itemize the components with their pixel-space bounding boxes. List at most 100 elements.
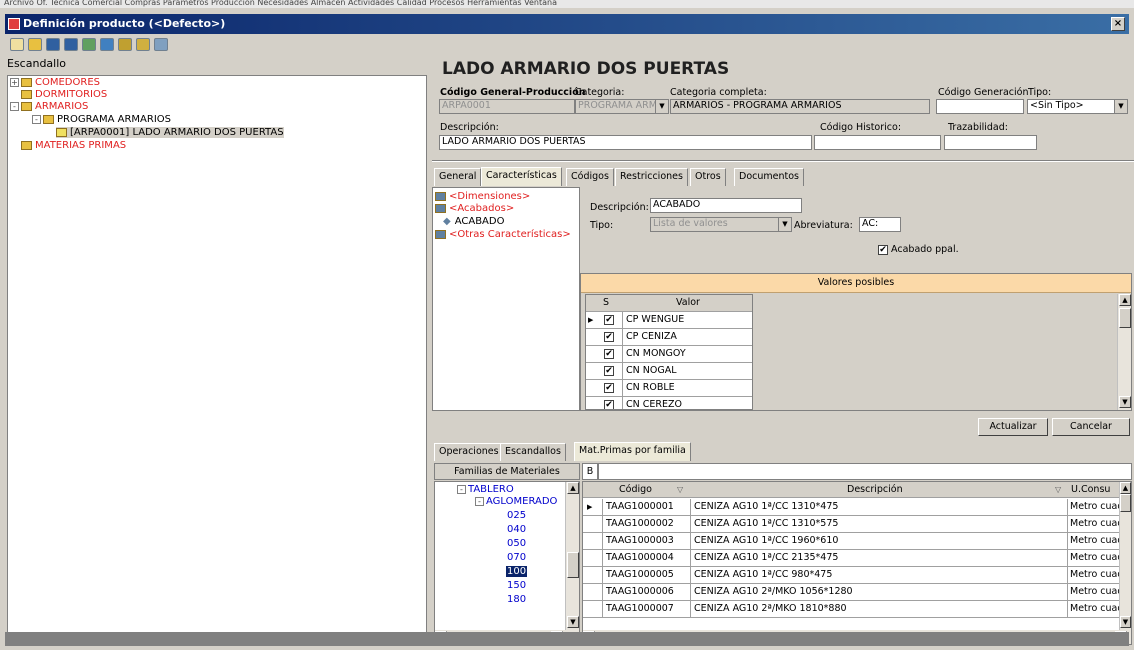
codigo-historico-field[interactable] <box>814 135 941 150</box>
cancelar-button[interactable]: Cancelar <box>1052 418 1130 436</box>
table-row[interactable]: ✔ CN NOGAL <box>586 363 752 380</box>
tab-restricciones[interactable]: Restricciones <box>615 168 688 186</box>
tab-documentos[interactable]: Documentos <box>734 168 804 186</box>
tree-item-050[interactable]: 050 <box>507 538 526 549</box>
tree-item-programa-armarios[interactable]: - PROGRAMA ARMARIOS <box>32 114 171 125</box>
scroll-down-icon[interactable]: ▼ <box>1120 616 1131 628</box>
scroll-thumb[interactable] <box>1120 494 1131 512</box>
tree-item-180[interactable]: 180 <box>507 594 526 605</box>
acabado-ppal-checkbox[interactable]: ✔ Acabado ppal. <box>878 244 959 255</box>
scroll-down-icon[interactable]: ▼ <box>1119 396 1131 408</box>
tab-caracteristicas[interactable]: Características <box>481 167 562 186</box>
scroll-up-icon[interactable]: ▲ <box>1120 482 1131 494</box>
tree-item-dimensiones[interactable]: <Dimensiones> <box>435 191 530 202</box>
checkbox-checked-icon[interactable]: ✔ <box>878 244 888 255</box>
scroll-up-icon[interactable]: ▲ <box>567 482 579 494</box>
materiales-grid[interactable]: Código ▽ Descripción ▽ U.Consu ▶ TAAG1000… <box>582 481 1132 645</box>
b-button[interactable]: B <box>582 463 598 480</box>
tree-item-materias-primas[interactable]: MATERIAS PRIMAS <box>21 140 126 151</box>
scroll-thumb[interactable] <box>567 552 579 578</box>
scroll-up-icon[interactable]: ▲ <box>1119 294 1131 306</box>
tree-item-comedores[interactable]: + COMEDORES <box>10 77 100 88</box>
tree-item-040[interactable]: 040 <box>507 524 526 535</box>
folder-icon <box>21 77 32 87</box>
categoria-completa-field[interactable]: ARMARIOS - PROGRAMA ARMARIOS <box>670 99 930 114</box>
table-row[interactable]: ✔ CP CENIZA <box>586 329 752 346</box>
tab-codigos[interactable]: Códigos <box>566 168 614 186</box>
escandallo-tree[interactable]: + COMEDORES DORMITORIOS - ARMARIOS - PROGRA… <box>7 75 427 638</box>
tree-item-025[interactable]: 025 <box>507 510 526 521</box>
collapse-icon[interactable]: - <box>10 101 19 111</box>
collapse-icon[interactable]: - <box>475 496 484 506</box>
sort-icon[interactable]: ▽ <box>677 482 683 498</box>
scroll-down-icon[interactable]: ▼ <box>567 616 579 628</box>
collapse-icon[interactable]: - <box>32 114 41 124</box>
familias-scrollbar[interactable]: ▲ ▼ <box>565 482 579 630</box>
new-icon[interactable] <box>10 38 24 51</box>
tree-icon[interactable] <box>100 38 114 51</box>
tree-item-aglomerado[interactable]: - AGLOMERADO <box>475 496 557 507</box>
home-icon[interactable] <box>154 38 168 51</box>
codigo-generacion-label: Código Generación <box>938 87 1029 98</box>
actualizar-button[interactable]: Actualizar <box>978 418 1048 436</box>
tab-escandallos[interactable]: Escandallos <box>500 443 566 461</box>
abreviatura-field[interactable]: AC: <box>859 217 901 232</box>
scroll-thumb[interactable] <box>1119 308 1131 328</box>
codigo-field[interactable]: ARPA0001 <box>439 99 575 114</box>
open-folder-icon[interactable] <box>28 38 42 51</box>
codigo-generacion-field[interactable] <box>936 99 1024 114</box>
caract-descripcion-field[interactable]: ACABADO <box>650 198 802 213</box>
tree-item-lado-armario[interactable]: [ARPA0001] LADO ARMARIO DOS PUERTAS <box>56 127 284 138</box>
table-row[interactable]: TAAG1000006 CENIZA AG10 2ª/MKO 1056*1280 M… <box>583 584 1123 601</box>
tipo-select[interactable]: <Sin Tipo> ▼ <box>1027 99 1128 114</box>
tab-general[interactable]: General <box>434 168 482 186</box>
table-row[interactable]: ✔ CN MONGOY <box>586 346 752 363</box>
valores-scrollbar[interactable]: ▲ ▼ <box>1117 294 1131 410</box>
table-row[interactable]: ✔ CN ROBLE <box>586 380 752 397</box>
collapse-icon[interactable]: - <box>457 484 466 494</box>
valores-header: Valores posibles <box>581 274 1131 293</box>
copy-icon[interactable] <box>82 38 96 51</box>
caract-tipo-label: Tipo: <box>590 220 614 231</box>
tree-item-070[interactable]: 070 <box>507 552 526 563</box>
close-button[interactable]: × <box>1111 17 1125 31</box>
expand-icon[interactable]: + <box>10 77 19 87</box>
tree-item-otras-caracteristicas[interactable]: <Otras Características> <box>435 229 571 240</box>
save-all-icon[interactable] <box>64 38 78 51</box>
trazabilidad-field[interactable] <box>944 135 1037 150</box>
table-row[interactable]: TAAG1000005 CENIZA AG10 1ª/CC 980*475 Metr… <box>583 567 1123 584</box>
table-row[interactable]: TAAG1000004 CENIZA AG10 1ª/CC 2135*475 Met… <box>583 550 1123 567</box>
tree-item-100[interactable]: 100 <box>506 566 528 577</box>
save-icon[interactable] <box>46 38 60 51</box>
chevron-down-icon[interactable]: ▼ <box>1114 100 1127 113</box>
tree-item-acabados[interactable]: <Acabados> <box>435 203 514 214</box>
menu-bar[interactable]: Archivo Of. Técnica Comercial Compras Pa… <box>0 0 1134 8</box>
chevron-down-icon[interactable]: ▼ <box>778 218 791 231</box>
tree-item-tablero[interactable]: - TABLERO <box>457 484 514 495</box>
table-row[interactable]: ▶ TAAG1000001 CENIZA AG10 1ª/CC 1310*475 Me… <box>583 499 1123 516</box>
tab-mat-primas[interactable]: Mat.Primas por familia <box>574 442 691 461</box>
categoria-select[interactable]: PROGRAMA ARM ▼ <box>575 99 669 114</box>
tree-item-acabado[interactable]: ◆ ACABADO <box>443 216 504 227</box>
tree-item-150[interactable]: 150 <box>507 580 526 591</box>
filter-field[interactable] <box>598 463 1132 480</box>
familias-tree[interactable]: - TABLERO - AGLOMERADO 025 040 050 070 100… <box>434 481 580 645</box>
materiales-scrollbar[interactable]: ▲ ▼ <box>1119 482 1131 630</box>
table-row[interactable]: ✔ CN CEREZO <box>586 397 752 409</box>
table-row[interactable]: TAAG1000007 CENIZA AG10 2ª/MKO 1810*880 Me… <box>583 601 1123 618</box>
tab-operaciones[interactable]: Operaciones <box>434 443 504 461</box>
tab-otros[interactable]: Otros <box>690 168 726 186</box>
valores-grid[interactable]: S Valor ▶ ✔ CP WENGUE ✔ CP CENIZA ✔ CN MONGO… <box>585 294 753 410</box>
chevron-down-icon[interactable]: ▼ <box>655 100 668 113</box>
table-row[interactable]: TAAG1000003 CENIZA AG10 1ª/CC 1960*610 Met… <box>583 533 1123 550</box>
properties-icon[interactable] <box>118 38 132 51</box>
table-row[interactable]: TAAG1000002 CENIZA AG10 1ª/CC 1310*575 Met… <box>583 516 1123 533</box>
characteristics-tree[interactable]: <Dimensiones> <Acabados> ◆ ACABADO <Otras… <box>432 187 580 411</box>
caract-tipo-select[interactable]: Lista de valores ▼ <box>650 217 792 232</box>
table-row[interactable]: ▶ ✔ CP WENGUE <box>586 312 752 329</box>
filter-icon[interactable]: ▽ <box>1055 482 1061 498</box>
folder-icon[interactable] <box>136 38 150 51</box>
tree-item-armarios[interactable]: - ARMARIOS <box>10 101 88 112</box>
descripcion-field[interactable]: LADO ARMARIO DOS PUERTAS <box>439 135 812 150</box>
tree-item-dormitorios[interactable]: DORMITORIOS <box>21 89 107 100</box>
